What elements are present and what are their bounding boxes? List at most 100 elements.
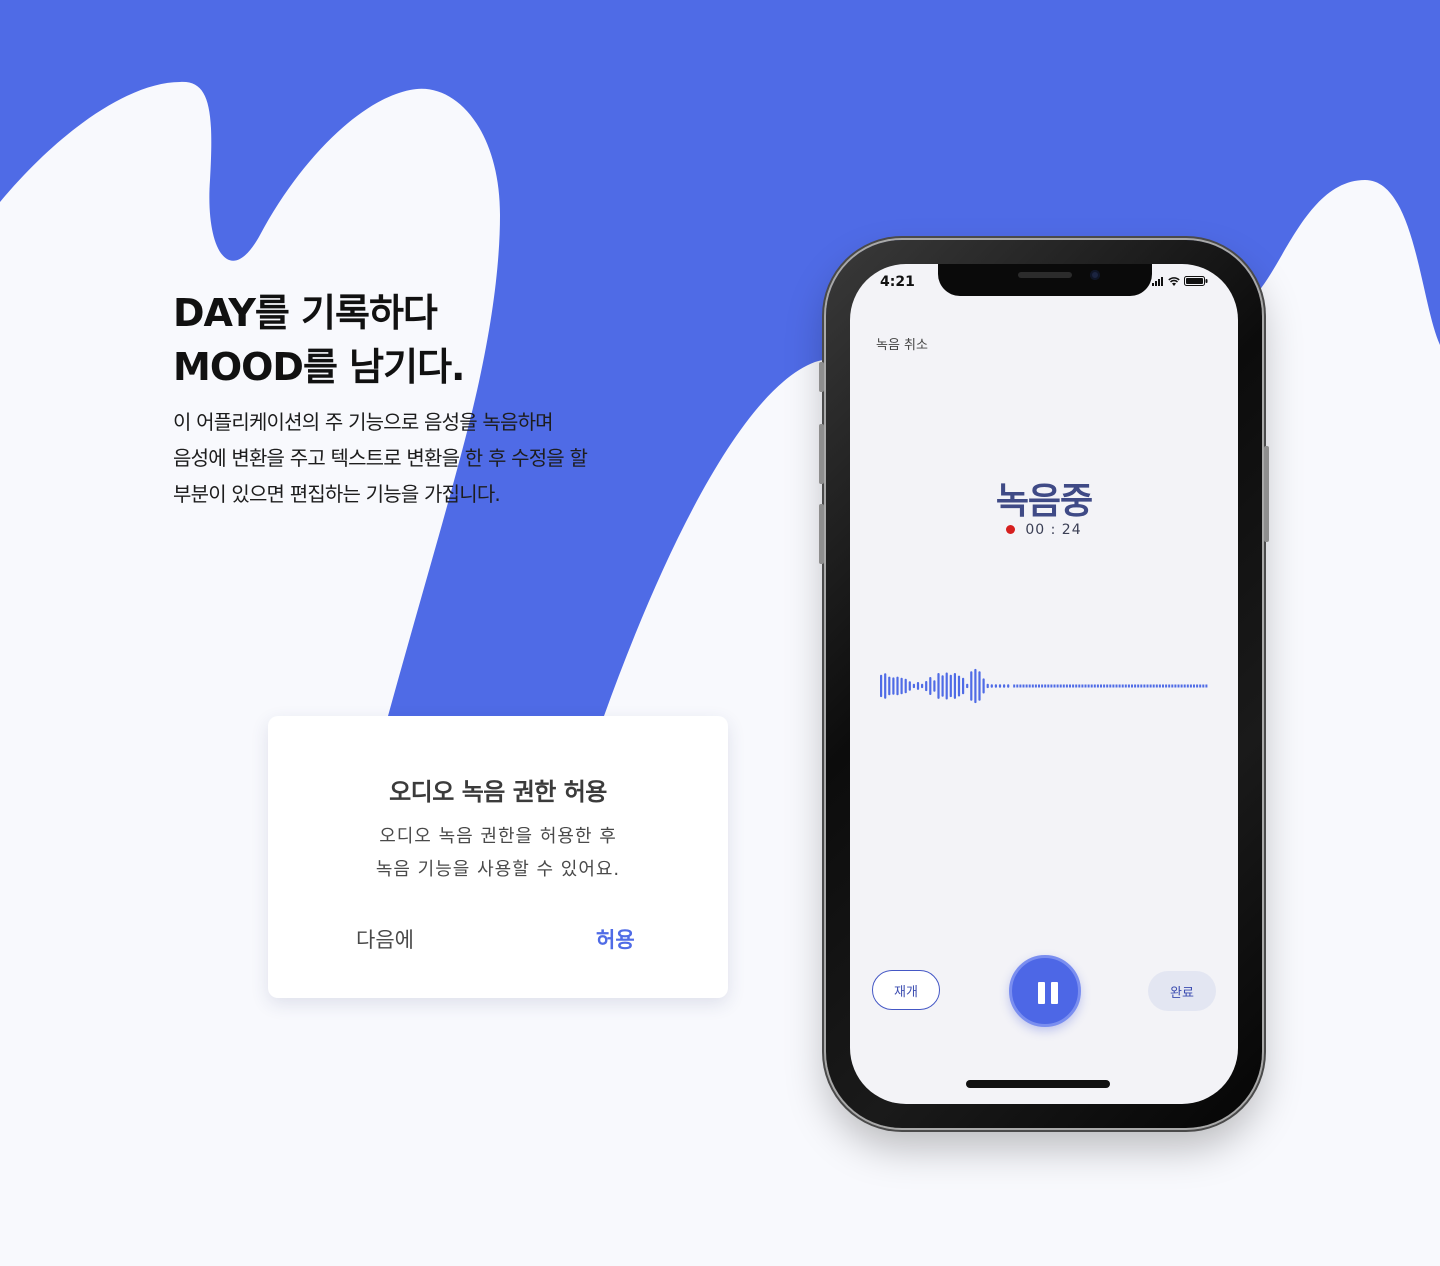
description-line: 음성에 변환을 주고 텍스트로 변환을 한 후 수정을 할 [173, 446, 588, 470]
waveform-tail-dot [1140, 684, 1143, 688]
waveform-tail-dot [1186, 684, 1189, 688]
waveform-tail-dot [1205, 684, 1208, 688]
waveform-bar [949, 674, 952, 698]
status-time: 4:21 [880, 274, 915, 290]
waveform-bar [945, 672, 948, 700]
waveform-tail-dot [1149, 684, 1152, 688]
waveform-bar [925, 681, 928, 692]
hero-headline: DAY를 기록하다 MOOD를 남기다. [173, 286, 465, 394]
waveform-bar [994, 684, 997, 688]
audio-waveform [880, 668, 1208, 704]
waveform-tail-dot [1100, 684, 1102, 688]
pause-icon [1038, 982, 1058, 1004]
waveform-bar [941, 675, 944, 697]
waveform-tail-dot [1152, 684, 1155, 688]
waveform-tail-dot [1103, 684, 1106, 688]
waveform-tail-dot [1096, 684, 1099, 688]
speaker-grille [1018, 272, 1072, 278]
home-indicator [966, 1080, 1110, 1088]
waveform-tail-dot [1112, 684, 1115, 688]
front-camera [1090, 270, 1100, 280]
waveform-bar [953, 673, 956, 699]
waveform-tail-dot [1137, 684, 1140, 688]
waveform-bar [1007, 684, 1010, 688]
waveform-tail-dot [1202, 684, 1205, 688]
waveform-tail-dot [1171, 684, 1174, 688]
dialog-body-line: 오디오 녹음 권한을 허용한 후 [379, 826, 617, 847]
waveform-bar [1003, 684, 1006, 688]
waveform-tail-dot [1155, 684, 1158, 688]
description-line: 부분이 있으면 편집하는 기능을 가집니다. [173, 482, 501, 506]
waveform-tail-dot [1019, 684, 1022, 688]
waveform-tail-dot [1109, 684, 1112, 688]
waveform-tail-dot [1183, 684, 1186, 688]
dialog-body: 오디오 녹음 권한을 허용한 후 녹음 기능을 사용할 수 있어요. [268, 820, 728, 886]
cancel-recording-button[interactable]: 녹음 취소 [876, 334, 928, 353]
waveform-bar [974, 668, 977, 704]
waveform-tail-dot [1038, 684, 1040, 688]
recording-dot-icon [1006, 525, 1016, 534]
waveform-tail-dot [1177, 684, 1180, 688]
description-line: 이 어플리케이션의 주 기능으로 음성을 녹음하며 [173, 410, 554, 434]
waveform-bar [970, 671, 973, 701]
waveform-tail-dot [1124, 684, 1127, 688]
waveform-tail-dot [1174, 684, 1177, 688]
timer-text: 00 : 24 [1025, 522, 1082, 538]
waveform-bar [978, 671, 981, 701]
waveform-bar [929, 677, 932, 695]
waveform-tail-dot [1118, 684, 1121, 688]
waveform-tail-dot [1075, 684, 1078, 688]
waveform-tail-dot [1044, 684, 1047, 688]
recording-title: 녹음중 [995, 481, 1093, 522]
waveform-tail-dot [1158, 684, 1161, 688]
power-button [1264, 446, 1269, 542]
waveform-tail-dot [1143, 684, 1146, 688]
waveform-bar [998, 684, 1002, 688]
volume-up-button [819, 424, 824, 484]
recording-timer: 00 : 24 [850, 522, 1238, 538]
permission-dialog: 오디오 녹음 권한 허용 오디오 녹음 권한을 허용한 후 녹음 기능을 사용할… [268, 716, 728, 998]
waveform-tail-dot [1121, 684, 1124, 688]
wifi-icon [1168, 276, 1180, 286]
waveform-tail-dot [1189, 684, 1192, 688]
waveform-bar [982, 678, 985, 694]
waveform-tail-dot [1053, 684, 1056, 688]
waveform-bar [912, 683, 915, 689]
waveform-tail-dot [1131, 684, 1133, 688]
waveform-bar [957, 675, 961, 697]
waveform-bar [888, 676, 891, 696]
waveform-tail-dot [1025, 684, 1028, 688]
later-button[interactable]: 다음에 [356, 924, 414, 954]
waveform-tail-dot [1090, 684, 1093, 688]
waveform-bar [880, 674, 883, 698]
waveform-tail-dot [1047, 684, 1050, 688]
status-icons [1152, 276, 1208, 286]
waveform-tail-dot [1078, 684, 1081, 688]
waveform-bar [884, 673, 887, 699]
waveform-bar [900, 677, 903, 695]
waveform-tail-dot [1028, 684, 1031, 688]
waveform-tail-dot [1134, 684, 1137, 688]
waveform-bar [986, 683, 989, 689]
pause-button[interactable] [1009, 955, 1081, 1027]
waveform-tail-dot [1162, 684, 1164, 688]
waveform-tail-dot [1062, 684, 1065, 688]
headline-line-2: MOOD를 남기다. [173, 345, 465, 389]
waveform-bar [916, 682, 920, 690]
waveform-tail-dot [1127, 684, 1130, 688]
waveform-tail-dot [1193, 684, 1195, 688]
allow-button[interactable]: 허용 [596, 924, 635, 954]
waveform-bar [908, 681, 911, 691]
phone-mockup: 4:21 녹음 취소 녹음중 00 : 24 재개 완료 [819, 240, 1269, 1128]
done-button[interactable]: 완료 [1148, 971, 1216, 1011]
resume-button[interactable]: 재개 [872, 970, 940, 1010]
battery-icon [1184, 276, 1208, 286]
waveform-bar [966, 683, 969, 689]
waveform-bar [962, 677, 965, 695]
waveform-tail-dot [1031, 684, 1034, 688]
waveform-bar [921, 683, 924, 689]
waveform-bar [892, 677, 895, 695]
waveform-tail-dot [1180, 684, 1183, 688]
waveform-tail-dot [1165, 684, 1168, 688]
waveform-tail-dot [1072, 684, 1075, 688]
